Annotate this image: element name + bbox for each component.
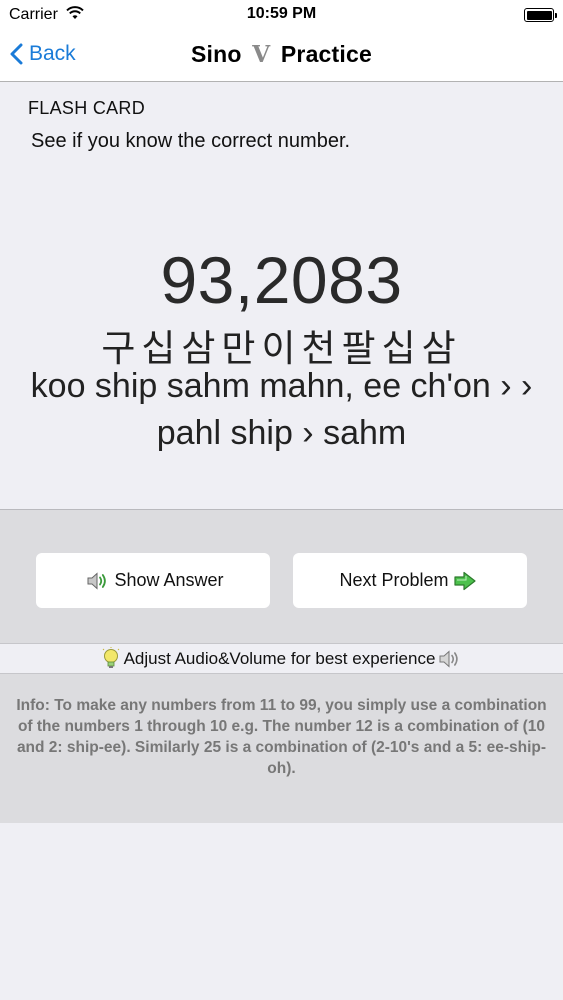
status-time: 10:59 PM — [246, 5, 317, 22]
title-mark: V — [252, 41, 271, 68]
card-romanization-line-2: pahl ship › sahm — [156, 414, 407, 452]
info-panel: Info: To make any numbers from 11 to 99,… — [0, 674, 563, 823]
status-bar: Carrier 10:59 PM — [0, 0, 563, 30]
speaker-icon — [439, 649, 459, 668]
card-instruction: See if you know the correct number. — [31, 130, 351, 152]
title-left: Sino — [191, 41, 242, 67]
next-arrow-icon — [453, 571, 476, 590]
tip-row: Adjust Audio&Volume for best experience — [0, 644, 563, 674]
info-text: Info: To make any numbers from 11 to 99,… — [16, 697, 547, 777]
speaker-icon — [87, 571, 107, 590]
button-band: Show Answer Next Problem — [0, 510, 563, 644]
tip-text: Adjust Audio&Volume for best experience — [123, 648, 436, 668]
battery-icon — [524, 8, 557, 22]
lightbulb-icon — [102, 646, 119, 668]
flash-card: FLASH CARD See if you know the correct n… — [0, 82, 563, 510]
card-korean-text: 구십삼만이천팔십삼 — [101, 327, 462, 370]
next-problem-button[interactable]: Next Problem — [293, 553, 527, 608]
card-type-label: FLASH CARD — [28, 98, 146, 118]
navigation-bar: Back Sino V Practice — [0, 30, 563, 82]
card-romanization-line-1: koo ship sahm mahn, ee ch'on › › — [30, 367, 533, 405]
card-number: 93,2083 — [160, 243, 403, 317]
page-title: Sino V Practice — [0, 41, 563, 68]
show-answer-label: Show Answer — [114, 570, 224, 590]
next-problem-label: Next Problem — [339, 570, 449, 590]
show-answer-button[interactable]: Show Answer — [36, 553, 270, 608]
title-right: Practice — [280, 41, 372, 67]
